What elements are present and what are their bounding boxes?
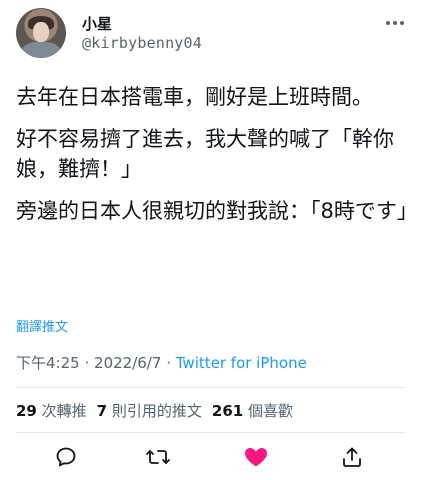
tweet-card: 小星 @kirbybenny04 去年在日本搭電車，剛好是上班時間。 好不容易擠… [0, 0, 421, 480]
action-bar [0, 440, 421, 474]
translate-tweet-link[interactable]: 翻譯推文 [16, 316, 68, 335]
tweet-paragraph: 好不容易擠了進去，我大聲的喊了「幹你娘，難擠！」 [16, 127, 394, 181]
meta-separator: · [166, 354, 171, 372]
reply-icon [56, 447, 76, 467]
divider [16, 432, 405, 433]
reply-button[interactable] [51, 442, 81, 472]
user-handle[interactable]: @kirbybenny04 [82, 34, 202, 52]
quotes-stat[interactable]: 7 則引用的推文 [97, 400, 202, 421]
heart-icon [245, 448, 267, 467]
retweets-count: 29 [16, 402, 37, 420]
quotes-count: 7 [96, 402, 108, 420]
tweet-paragraph: 去年在日本搭電車，剛好是上班時間。 [16, 85, 373, 109]
quotes-label: 則引用的推文 [111, 402, 202, 420]
share-icon [343, 447, 361, 467]
engagement-stats: 29 次轉推 7 則引用的推文 261 個喜歡 [16, 400, 293, 421]
tweet-source-link[interactable]: Twitter for iPhone [176, 354, 307, 372]
meta-separator: · [84, 354, 90, 372]
likes-label: 個喜歡 [248, 402, 294, 420]
tweet-text: 去年在日本搭電車，剛好是上班時間。 好不容易擠了進去，我大聲的喊了「幹你娘，難擠… [16, 82, 418, 238]
retweet-button[interactable] [143, 442, 173, 472]
like-button[interactable] [241, 442, 271, 472]
more-dot [400, 21, 404, 25]
avatar-face [33, 22, 49, 42]
share-button[interactable] [337, 442, 367, 472]
likes-count: 261 [211, 402, 244, 420]
more-options-icon[interactable] [384, 12, 406, 34]
retweets-stat[interactable]: 29 次轉推 [16, 400, 87, 421]
avatar-body [22, 42, 60, 58]
tweet-time[interactable]: 下午4:25 [16, 354, 80, 372]
more-dot [386, 21, 390, 25]
tweet-date[interactable]: 2022/6/7 [94, 354, 161, 372]
divider [16, 387, 405, 388]
likes-stat[interactable]: 261 個喜歡 [212, 400, 293, 421]
display-name[interactable]: 小星 [82, 13, 112, 34]
tweet-metadata: 下午4:25 · 2022/6/7 · Twitter for iPhone [16, 352, 307, 373]
retweet-icon [146, 450, 170, 464]
tweet-paragraph: 旁邊的日本人很親切的對我說：「8時です」 [16, 199, 418, 223]
more-dot [393, 21, 397, 25]
avatar[interactable] [16, 8, 66, 58]
retweets-label: 次轉推 [41, 402, 87, 420]
